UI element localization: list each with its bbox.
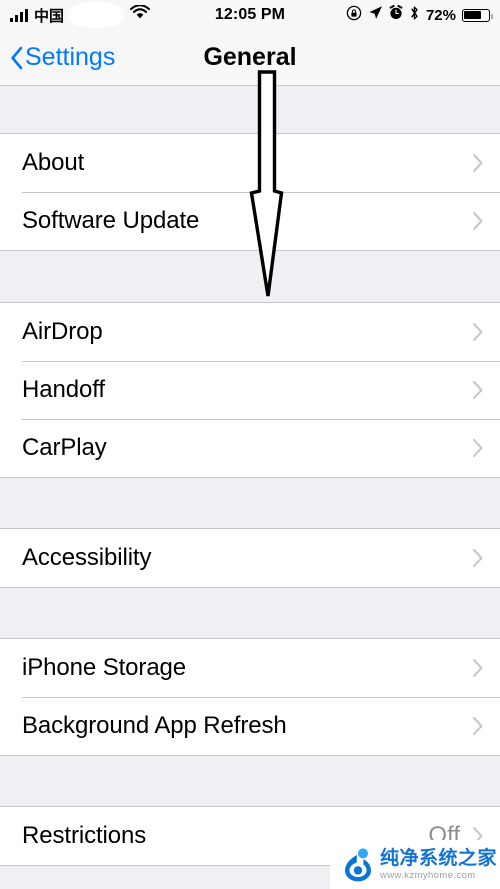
navigation-bar: Settings General xyxy=(0,30,500,86)
row-accessory xyxy=(472,548,484,568)
chevron-right-icon xyxy=(472,211,484,231)
location-arrow-icon xyxy=(368,5,383,25)
section-gap xyxy=(0,478,500,528)
watermark-title: 纯净系统之家 xyxy=(380,847,498,869)
row-accessory xyxy=(472,380,484,400)
status-bar: 中国 12:05 PM 72% xyxy=(0,0,500,30)
table-row[interactable]: Accessibility xyxy=(0,529,500,587)
section-gap xyxy=(0,251,500,302)
chevron-right-icon xyxy=(472,438,484,458)
table-row[interactable]: Background App Refresh xyxy=(0,697,500,755)
row-label: Restrictions xyxy=(22,822,147,849)
row-label: Background App Refresh xyxy=(22,712,287,739)
row-label: iPhone Storage xyxy=(22,654,187,681)
bluetooth-icon xyxy=(409,5,420,26)
table-row[interactable]: AirDrop xyxy=(0,303,500,361)
battery-icon xyxy=(462,8,493,22)
settings-group: AirDrop Handoff CarPlay xyxy=(0,302,500,478)
section-gap xyxy=(0,86,500,133)
row-label: About xyxy=(22,149,85,176)
table-row[interactable]: CarPlay xyxy=(0,419,500,477)
row-accessory xyxy=(472,211,484,231)
settings-group: iPhone Storage Background App Refresh xyxy=(0,638,500,756)
chevron-right-icon xyxy=(472,716,484,736)
battery-percent-label: 72% xyxy=(425,6,456,24)
status-bar-right: 72% xyxy=(346,5,493,26)
chevron-right-icon xyxy=(472,380,484,400)
watermark-url: www.kzmyhome.com xyxy=(380,869,476,881)
rotation-lock-icon xyxy=(346,5,362,26)
section-gap xyxy=(0,588,500,638)
table-row[interactable]: About xyxy=(0,134,500,192)
row-accessory xyxy=(472,716,484,736)
page-title: General xyxy=(203,43,297,71)
chevron-right-icon xyxy=(472,548,484,568)
row-label: Software Update xyxy=(22,207,200,234)
row-accessory xyxy=(472,322,484,342)
alarm-clock-icon xyxy=(389,5,403,25)
watermark: 纯净系统之家 www.kzmyhome.com xyxy=(330,840,500,889)
chevron-right-icon xyxy=(472,322,484,342)
kzmyhome-logo-icon xyxy=(344,847,374,882)
row-accessory xyxy=(472,438,484,458)
settings-list: About Software Update AirDrop Handoff CarPla… xyxy=(0,86,500,866)
section-gap xyxy=(0,756,500,806)
watermark-text: 纯净系统之家 www.kzmyhome.com xyxy=(380,849,497,881)
row-accessory xyxy=(472,658,484,678)
row-label: CarPlay xyxy=(22,434,107,461)
row-label: AirDrop xyxy=(22,318,103,345)
row-label: Handoff xyxy=(22,376,105,403)
table-row[interactable]: Handoff xyxy=(0,361,500,419)
iphone-settings-screen: 中国 12:05 PM 72% Settings General About S… xyxy=(0,0,500,889)
settings-group: About Software Update xyxy=(0,133,500,251)
settings-group: Accessibility xyxy=(0,528,500,588)
chevron-right-icon xyxy=(472,658,484,678)
chevron-right-icon xyxy=(472,153,484,173)
row-accessory xyxy=(472,153,484,173)
table-row[interactable]: Software Update xyxy=(0,192,500,250)
table-row[interactable]: iPhone Storage xyxy=(0,639,500,697)
row-label: Accessibility xyxy=(22,544,152,571)
